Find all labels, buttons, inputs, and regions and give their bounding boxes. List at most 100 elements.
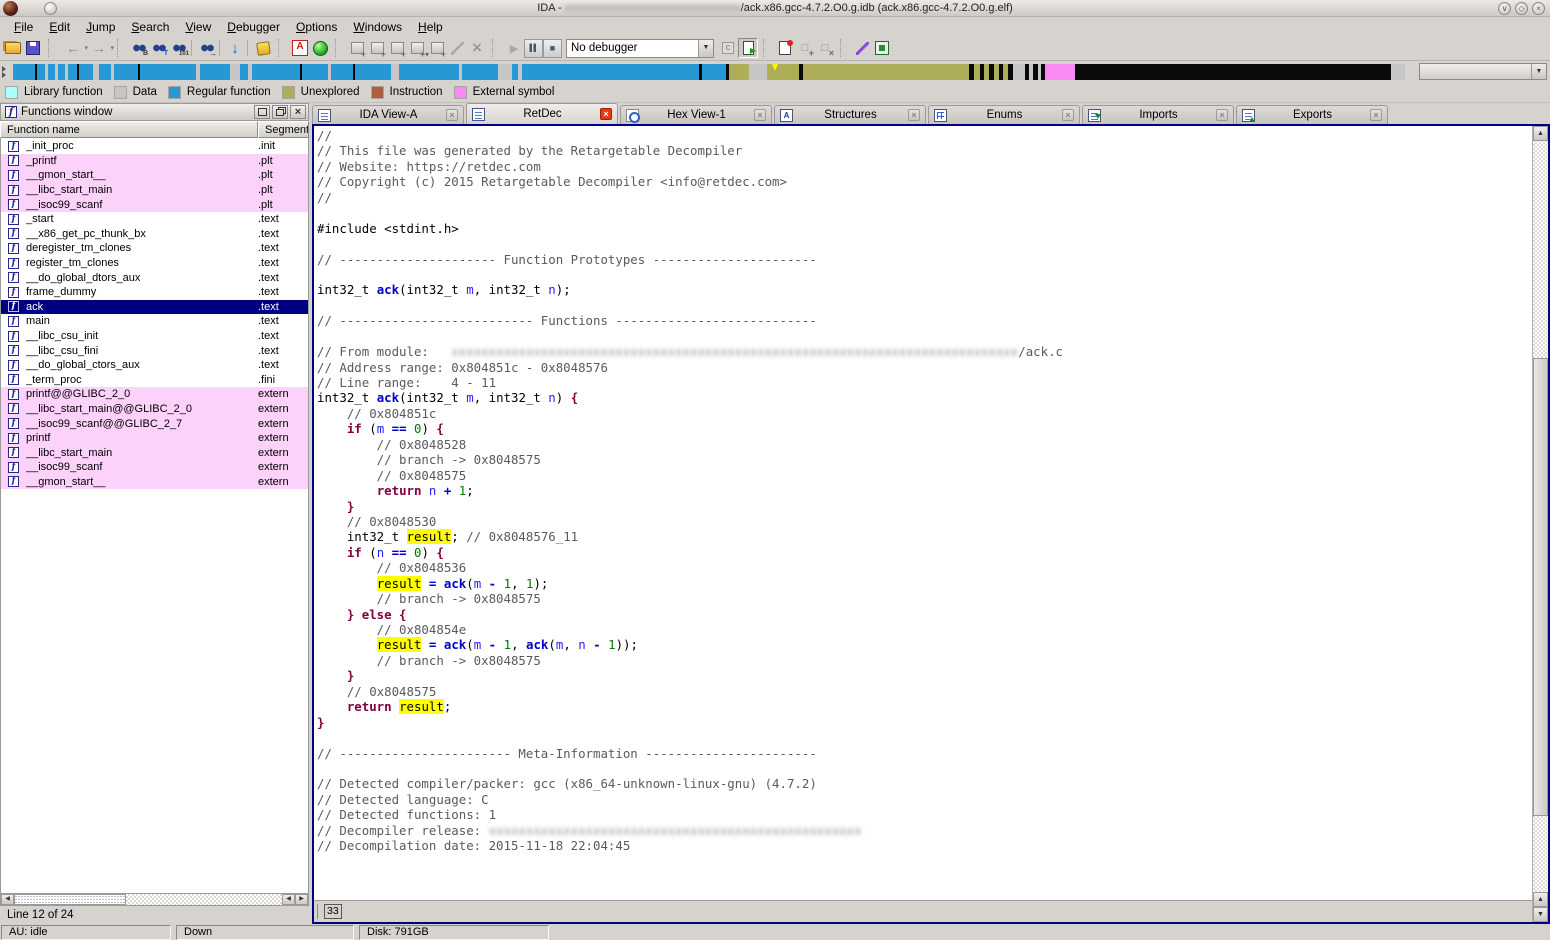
restore-icon[interactable] <box>254 105 270 119</box>
code-line[interactable]: } <box>317 499 1532 514</box>
tab-close-icon[interactable] <box>908 109 920 121</box>
jump-address-icon[interactable] <box>225 38 245 58</box>
code-line[interactable]: // Detected functions: 1 <box>317 807 1532 822</box>
add-breakpoint-icon[interactable] <box>795 38 815 58</box>
tab-hex-view-1[interactable]: Hex View-1 <box>620 105 772 124</box>
function-row[interactable]: __isoc99_scanfextern <box>1 460 308 475</box>
debugger-options-icon[interactable] <box>872 38 892 58</box>
function-row[interactable]: __gmon_start__.plt <box>1 168 308 183</box>
function-row[interactable]: printf@@GLIBC_2_0extern <box>1 387 308 402</box>
code-line[interactable]: } else { <box>317 607 1532 622</box>
function-row[interactable]: deregister_tm_clones.text <box>1 241 308 256</box>
code-line[interactable]: // Line range: 4 - 11 <box>317 375 1532 390</box>
search-again-icon[interactable] <box>197 38 217 58</box>
function-row[interactable]: __libc_start_mainextern <box>1 445 308 460</box>
code-line[interactable]: // <box>317 190 1532 205</box>
code-line[interactable] <box>317 236 1532 251</box>
scroll-down-icon[interactable]: ▼ <box>1533 907 1548 922</box>
delete-breakpoint-icon[interactable] <box>815 38 835 58</box>
patch-icon[interactable] <box>427 38 447 58</box>
open-file-icon[interactable] <box>3 38 23 58</box>
menu-options[interactable]: Options <box>288 18 345 36</box>
function-row[interactable]: _start.text <box>1 212 308 227</box>
function-row[interactable]: __libc_start_main.plt <box>1 183 308 198</box>
function-row[interactable]: _term_proc.fini <box>1 373 308 388</box>
code-line[interactable] <box>317 267 1532 282</box>
code-line[interactable]: // -------------------------- Functions … <box>317 313 1532 328</box>
edit-icon[interactable] <box>447 38 467 58</box>
tracing-icon[interactable] <box>852 38 872 58</box>
code-line[interactable] <box>317 329 1532 344</box>
menu-file[interactable]: File <box>6 18 41 36</box>
scroll-up-icon[interactable]: ▲ <box>1533 126 1548 141</box>
menu-edit[interactable]: Edit <box>41 18 78 36</box>
scrollbar-track[interactable] <box>126 894 282 905</box>
column-header-function-name[interactable]: Function name <box>0 121 258 138</box>
decompiled-code[interactable]: //// This file was generated by the Reta… <box>314 126 1532 900</box>
rename-icon[interactable] <box>407 38 427 58</box>
function-row[interactable]: _init_proc.init <box>1 139 308 154</box>
menu-jump[interactable]: Jump <box>78 18 123 36</box>
code-line[interactable]: #include <stdint.h> <box>317 221 1532 236</box>
code-line[interactable]: result = ack(m - 1, 1); <box>317 576 1532 591</box>
code-line[interactable]: // 0x804854e <box>317 622 1532 637</box>
code-line[interactable]: // <box>317 128 1532 143</box>
code-line[interactable]: // 0x8048536 <box>317 560 1532 575</box>
menu-help[interactable]: Help <box>410 18 451 36</box>
tab-close-icon[interactable] <box>754 109 766 121</box>
function-row[interactable]: frame_dummy.text <box>1 285 308 300</box>
stop-process-icon[interactable] <box>543 39 562 58</box>
code-line[interactable]: // 0x8048575 <box>317 684 1532 699</box>
tab-close-icon[interactable] <box>446 109 458 121</box>
maximize-icon[interactable]: ◇ <box>1515 2 1528 15</box>
function-row[interactable]: __libc_csu_fini.text <box>1 343 308 358</box>
code-line[interactable]: if (m == 0) { <box>317 421 1532 436</box>
function-row[interactable]: __libc_start_main@@GLIBC_2_0extern <box>1 402 308 417</box>
create-function-icon[interactable] <box>387 38 407 58</box>
code-line[interactable]: // Address range: 0x804851c - 0x8048576 <box>317 360 1532 375</box>
menu-debugger[interactable]: Debugger <box>219 18 288 36</box>
analysis-indicator-icon[interactable] <box>310 38 330 58</box>
function-row[interactable]: __isoc99_scanf@@GLIBC_2_7extern <box>1 416 308 431</box>
menu-windows[interactable]: Windows <box>345 18 410 36</box>
code-line[interactable]: // Detected compiler/packer: gcc (x86_64… <box>317 776 1532 791</box>
breakpoint-list-icon[interactable] <box>775 38 795 58</box>
scroll-left-icon[interactable]: ◀ <box>282 894 295 905</box>
set-colors-icon[interactable] <box>290 38 310 58</box>
retdec-plugin-button[interactable] <box>738 38 758 58</box>
scroll-right-icon[interactable]: ▶ <box>295 894 308 905</box>
code-line[interactable]: // Detected language: C <box>317 792 1532 807</box>
function-row[interactable]: __x86_get_pc_thunk_bx.text <box>1 227 308 242</box>
scrollbar-thumb[interactable] <box>14 894 126 905</box>
code-line[interactable]: return n + 1; <box>317 483 1532 498</box>
code-line[interactable]: // --------------------- Function Protot… <box>317 252 1532 267</box>
save-icon[interactable] <box>23 38 43 58</box>
function-row[interactable]: ack.text <box>1 300 308 315</box>
start-process-icon[interactable] <box>504 38 524 58</box>
code-line[interactable]: // 0x804851c <box>317 406 1532 421</box>
chevron-down-icon[interactable]: ▼ <box>698 40 713 57</box>
code-line[interactable]: // This file was generated by the Retarg… <box>317 143 1532 158</box>
nav-back-icon[interactable] <box>60 38 86 58</box>
function-row[interactable]: __libc_csu_init.text <box>1 329 308 344</box>
menu-search[interactable]: Search <box>123 18 177 36</box>
tab-retdec[interactable]: RetDec <box>466 103 618 124</box>
function-row[interactable]: __isoc99_scanf.plt <box>1 197 308 212</box>
code-line[interactable]: } <box>317 715 1532 730</box>
code-line[interactable]: // Decompilation date: 2015-11-18 22:04:… <box>317 838 1532 853</box>
close-icon[interactable] <box>290 105 306 119</box>
navband-scroll-arrows[interactable] <box>2 64 11 80</box>
code-line[interactable]: } <box>317 668 1532 683</box>
code-line[interactable]: // Decompiler release: xxxxxxxxxxxxxxxxx… <box>317 823 1532 838</box>
column-header-segment[interactable]: Segment <box>258 121 309 138</box>
debugger-select[interactable]: No debugger▼ <box>566 39 714 58</box>
create-struct-icon[interactable] <box>347 38 367 58</box>
code-line[interactable]: // branch -> 0x8048575 <box>317 452 1532 467</box>
nav-forward-icon[interactable] <box>86 38 112 58</box>
tab-close-icon[interactable] <box>1216 109 1228 121</box>
code-line[interactable]: // branch -> 0x8048575 <box>317 591 1532 606</box>
attach-icon[interactable] <box>718 38 738 58</box>
code-line[interactable]: // From module: xxxxxxxxxxxxxxxxxxxxxxxx… <box>317 344 1532 359</box>
code-line[interactable]: // ----------------------- Meta-Informat… <box>317 746 1532 761</box>
highlight-icon[interactable] <box>253 38 273 58</box>
